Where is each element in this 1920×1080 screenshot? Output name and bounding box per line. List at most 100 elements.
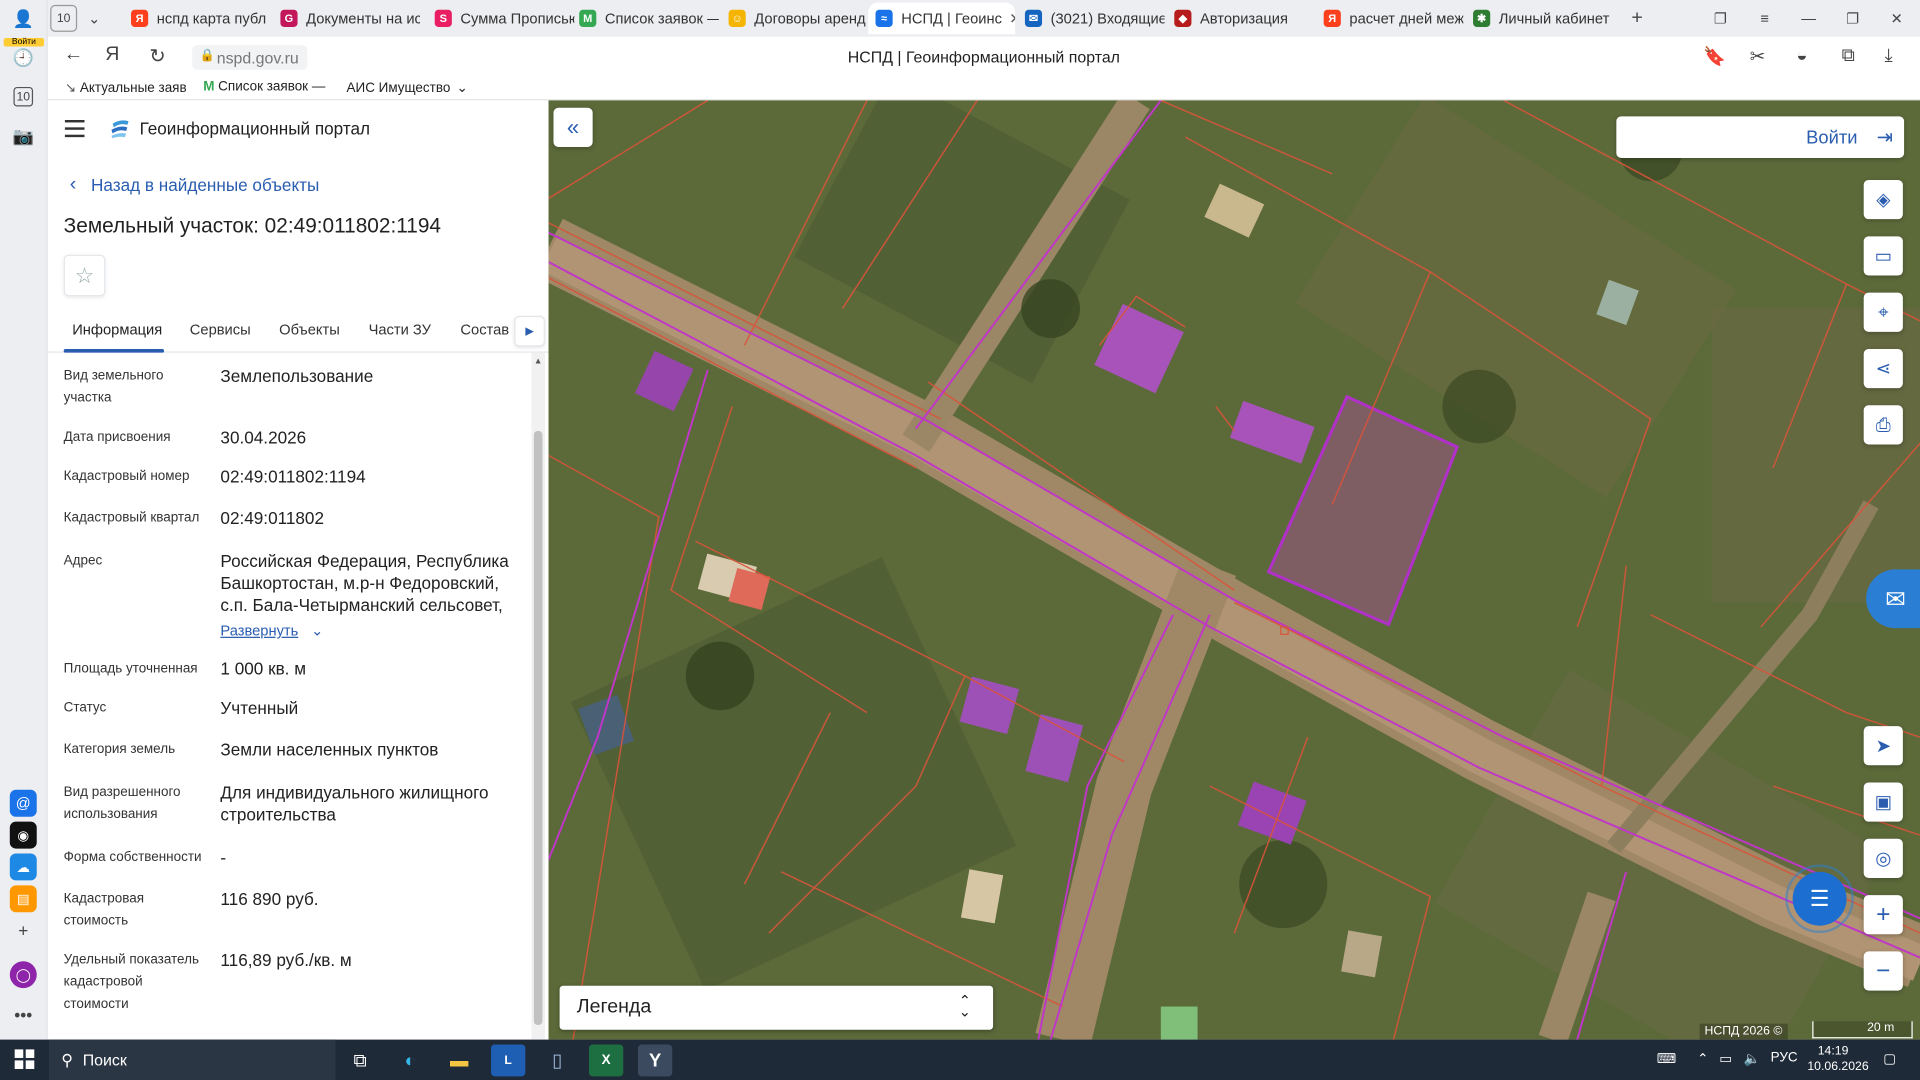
browser-tab[interactable]: ≈ НСПД | Геоинс ✕ [868, 2, 1016, 35]
notifications-icon[interactable]: ≡ [1752, 5, 1776, 32]
notification-center-icon[interactable]: ▢ [1883, 1051, 1896, 1067]
bookmark-item[interactable]: ↘ Актуальные заяв [65, 80, 187, 95]
tab-land-parts[interactable]: Части ЗУ [369, 321, 431, 338]
profile-menu-icon[interactable]: ⧉ [1842, 45, 1855, 66]
geolocation-button[interactable]: ➤ [1863, 726, 1903, 766]
bookmark-folder[interactable]: АИС Имущество ⌄ [347, 80, 472, 95]
chevron-down-icon[interactable]: ⌄ [82, 5, 106, 32]
edge-icon[interactable]: ◐ [393, 1044, 427, 1076]
panel-scrollbar[interactable]: ▲ [531, 352, 545, 1040]
chat-icon: ☰ [1792, 871, 1847, 926]
task-view-icon[interactable]: ⧉ [343, 1044, 377, 1076]
history-icon[interactable]: 🕘 [10, 44, 37, 71]
login-button[interactable]: Войти ⇥ [1616, 116, 1905, 158]
tab-favicon-icon: ✱ [1473, 9, 1491, 27]
cloud-app-icon[interactable]: ☁ [9, 853, 37, 881]
close-tab-icon[interactable]: ✕ [1009, 10, 1015, 27]
area-search-button[interactable]: ⌖ [1863, 292, 1903, 332]
back-arrow-icon[interactable]: ← [64, 44, 84, 66]
browser-tab[interactable]: ◆ Авторизация [1167, 2, 1314, 34]
support-chat-icon[interactable]: ✉ [1866, 569, 1920, 629]
tab-counter-button[interactable]: 10 [50, 4, 78, 32]
legend-dropdown[interactable]: Легенда ⌃ ⌄ [559, 985, 994, 1030]
attribute-value: Земли населенных пунктов [220, 739, 439, 760]
network-icon[interactable]: ▭ [1719, 1051, 1732, 1067]
share-button[interactable]: ⋖ [1863, 348, 1903, 389]
yandex-browser-icon[interactable]: Y [637, 1044, 673, 1077]
add-app-icon[interactable]: + [10, 917, 37, 944]
notes-app-icon[interactable]: ▤ [9, 885, 37, 913]
tab-title: нспд карта публ [156, 9, 267, 27]
lingvo-icon[interactable]: L [491, 1044, 526, 1077]
tabs-count-icon[interactable]: 10 [13, 86, 34, 107]
scroll-up-icon[interactable]: ▲ [534, 358, 542, 367]
ruler-button[interactable]: ▭ [1863, 236, 1903, 276]
minimap-button[interactable]: ▣ [1863, 782, 1903, 822]
chat-button[interactable]: ☰ [1785, 864, 1854, 934]
search-location-button[interactable]: ◎ [1863, 838, 1903, 878]
print-button[interactable]: ⎙ [1863, 405, 1903, 445]
maximize-button[interactable]: ❐ [1840, 5, 1864, 32]
collections-icon[interactable]: ❐ [1708, 5, 1732, 32]
tab-services[interactable]: Сервисы [190, 321, 251, 338]
tray-chevron-icon[interactable]: ⌃ [1697, 1051, 1708, 1067]
music-app-icon[interactable]: ◉ [9, 821, 37, 849]
clock[interactable]: 14:19 10.06.2026 [1807, 1043, 1868, 1075]
browser-tab[interactable]: Ярасчет дней меж [1316, 2, 1463, 34]
volume-icon[interactable]: 🔈 [1744, 1051, 1761, 1067]
zoom-in-button[interactable]: + [1863, 895, 1903, 935]
new-tab-button[interactable]: + [1625, 5, 1649, 32]
screenshot-icon[interactable]: 📷 [10, 122, 37, 149]
attribute-key: Кадастровый квартал [63, 510, 200, 526]
start-button[interactable] [14, 1049, 35, 1069]
search-icon: ⚲ [61, 1050, 73, 1069]
browser-tab[interactable]: G Документы на ис [273, 2, 420, 34]
download-icon[interactable]: ⤓ [1885, 45, 1893, 66]
expand-address-link[interactable]: Развернуть ⌄ [220, 620, 323, 642]
close-window-button[interactable]: ✕ [1885, 5, 1909, 32]
mail-app-icon[interactable]: @ [9, 789, 37, 817]
attribute-value: 1 000 кв. м [220, 658, 306, 679]
profile-icon[interactable]: 👤 [10, 5, 37, 32]
tabs-next-button[interactable]: ▶ [514, 315, 545, 347]
tab-favicon-icon: Я [131, 9, 149, 27]
zoom-out-button[interactable]: − [1863, 951, 1903, 991]
keyboard-icon[interactable]: ⌨ [1657, 1051, 1676, 1067]
protect-icon[interactable]: ◒ [1796, 45, 1807, 66]
bookmark-item[interactable]: M Список заявок — [203, 80, 325, 95]
explorer-icon[interactable]: ▬ [442, 1044, 476, 1076]
taskbar-search[interactable]: ⚲ Поиск [48, 1039, 336, 1080]
browser-tab[interactable]: M Список заявок — [572, 2, 719, 34]
browser-tab[interactable]: ☺ Договоры аренд [721, 2, 868, 34]
browser-tab[interactable]: S Сумма Прописью [427, 2, 574, 34]
yandex-icon[interactable]: Я [105, 44, 119, 66]
more-icon[interactable]: ••• [10, 1002, 37, 1029]
back-to-results-link[interactable]: ‹ Назад в найденные объекты [70, 174, 320, 196]
extension-icon[interactable]: ✂ [1750, 45, 1765, 68]
url-field[interactable]: 🔒 nspd.gov.ru [192, 45, 308, 70]
browser-tab[interactable]: ✉ (3021) Входящие [1018, 2, 1164, 34]
menu-icon[interactable] [64, 120, 85, 142]
browser-tab[interactable]: Янспд карта публ [124, 2, 271, 34]
browser-tab[interactable]: ✱ Личный кабинет [1466, 2, 1610, 34]
map-view[interactable]: « Войти ⇥ ◈ ▭ ⌖ ⋖ ⎙ ✉ ➤ ▣ ◎ ☰ + − Легенд… [548, 100, 1920, 1040]
layers-button[interactable]: ◈ [1863, 180, 1903, 220]
lock-icon: 🔒 [199, 48, 215, 63]
favorite-star-button[interactable]: ☆ [63, 254, 106, 297]
attributes-list: Вид земельного участка Землепользование … [48, 353, 532, 1040]
attribute-key: Форма собственности [63, 849, 202, 865]
object-title: Земельный участок: 02:49:011802:1194 [63, 214, 442, 238]
collapse-panel-button[interactable]: « [553, 107, 593, 147]
language-indicator[interactable]: РУС [1771, 1051, 1798, 1066]
reload-icon[interactable]: ↻ [149, 44, 165, 68]
tab-objects[interactable]: Объекты [279, 321, 340, 338]
scrollbar-thumb[interactable] [533, 431, 543, 1025]
tab-information[interactable]: Информация [72, 321, 162, 338]
tab-title: Личный кабинет [1498, 9, 1610, 27]
alice-icon[interactable]: ◯ [9, 961, 37, 989]
bookmark-icon[interactable]: 🔖 [1703, 45, 1726, 68]
tab-composition[interactable]: Состав [460, 321, 509, 338]
minimize-button[interactable]: — [1796, 5, 1820, 32]
excel-icon[interactable]: X [588, 1044, 624, 1077]
word-icon[interactable]: ▯ [540, 1044, 574, 1076]
